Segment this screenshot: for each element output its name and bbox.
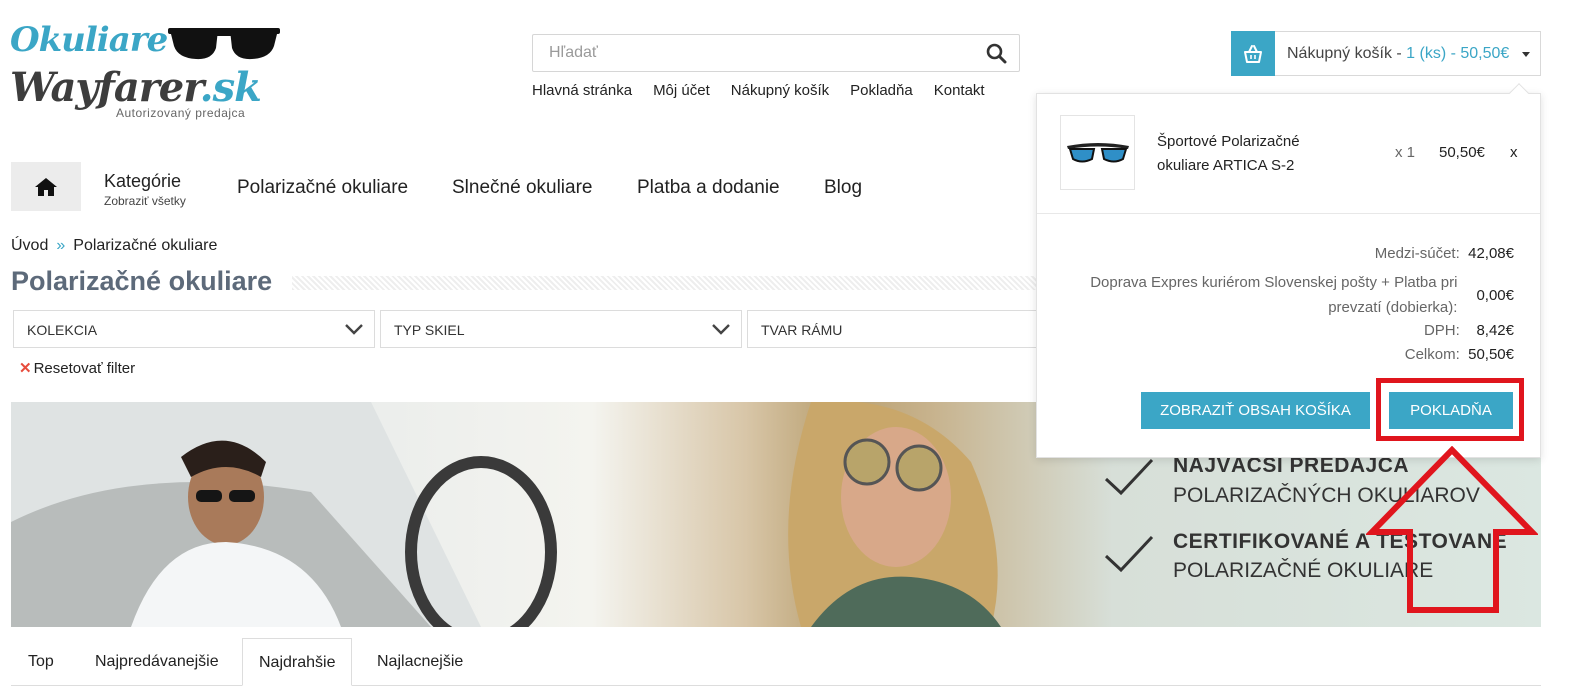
- subtotal-label: Medzi-súčet:: [1374, 245, 1460, 262]
- product-thumbnail[interactable]: [1060, 115, 1135, 190]
- remove-item-button[interactable]: x: [1510, 144, 1518, 161]
- filter-collection-label: KOLEKCIA: [27, 322, 98, 338]
- shipping-row: Doprava Expres kuriérom Slovenskej pošty…: [1065, 270, 1514, 320]
- site-logo[interactable]: Okuliare Wayfarer.sk Autorizovaný predaj…: [10, 18, 280, 128]
- check-icon: [1104, 458, 1154, 496]
- home-icon: [35, 177, 57, 196]
- total-label: Celkom:: [1404, 346, 1460, 363]
- cart-summary: Nákupný košík - 1 (ks) - 50,50€: [1287, 44, 1510, 62]
- chevron-down-icon: [712, 324, 730, 335]
- annotation-highlight-box: [1376, 378, 1524, 441]
- tab-bestselling[interactable]: Najpredávanejšie: [95, 638, 219, 686]
- breadcrumb-home[interactable]: Úvod: [11, 237, 48, 254]
- shipping-label: Doprava Expres kuriérom Slovenskej pošty…: [1090, 274, 1458, 316]
- reset-filter-link[interactable]: ✕ Resetovať filter: [19, 359, 135, 377]
- tab-cheapest[interactable]: Najlacnejšie: [377, 638, 463, 686]
- cart-item-qty: x 1: [1395, 144, 1416, 161]
- annotation-arrow-icon: [1366, 446, 1538, 613]
- home-button[interactable]: [11, 162, 81, 211]
- top-links: Hlavná stránka Môj účet Nákupný košík Po…: [532, 82, 985, 99]
- search-icon[interactable]: [986, 43, 1007, 64]
- tab-most-expensive[interactable]: Najdrahšie: [242, 638, 353, 686]
- filter-lens-type[interactable]: TYP SKIEL: [380, 310, 742, 348]
- cart-item: Športové Polarizačné okuliare ARTICA S-2…: [1037, 94, 1540, 214]
- nav-categories-title: Kategórie: [104, 171, 182, 191]
- top-link-account[interactable]: Môj účet: [653, 82, 710, 99]
- breadcrumb: Úvod » Polarizačné okuliare: [11, 237, 217, 255]
- basket-icon: [1231, 31, 1275, 76]
- nav-categories-sub: Zobraziť všetky: [104, 194, 186, 208]
- chevron-down-icon: [345, 324, 363, 335]
- view-cart-button[interactable]: ZOBRAZIŤ OBSAH KOŠÍKA: [1141, 392, 1370, 429]
- title-divider: [292, 276, 1052, 290]
- reset-filter-label: Resetovať filter: [33, 360, 136, 377]
- subtotal-row: Medzi-súčet: 42,08€: [1375, 245, 1514, 262]
- nav-item-polarized[interactable]: Polarizačné okuliare: [237, 177, 408, 199]
- subtotal-value: 42,08€: [1468, 245, 1514, 262]
- cart-item-name[interactable]: Športové Polarizačné okuliare ARTICA S-2: [1157, 130, 1347, 178]
- tab-top[interactable]: Top: [28, 638, 54, 686]
- filter-lens-type-label: TYP SKIEL: [394, 322, 465, 338]
- filter-collection[interactable]: KOLEKCIA: [13, 310, 375, 348]
- check-icon: [1104, 535, 1154, 573]
- breadcrumb-current[interactable]: Polarizačné okuliare: [73, 237, 217, 254]
- filter-frame-shape[interactable]: TVAR RÁMU: [747, 310, 1047, 348]
- top-link-checkout[interactable]: Pokladňa: [850, 82, 913, 99]
- total-value: 50,50€: [1468, 346, 1514, 363]
- vat-row: DPH: 8,42€: [1424, 322, 1514, 339]
- nav-item-sunglasses[interactable]: Slnečné okuliare: [452, 177, 592, 199]
- sunglasses-product-image: [1066, 142, 1129, 162]
- search-input[interactable]: [533, 35, 973, 71]
- logo-tagline: Autorizovaný predajca: [116, 106, 246, 120]
- close-icon: ✕: [19, 360, 32, 377]
- search-box: [532, 34, 1020, 72]
- total-row: Celkom: 50,50€: [1405, 346, 1514, 363]
- vat-value: 8,42€: [1476, 322, 1514, 339]
- logo-line2: Wayfarer.sk: [10, 64, 262, 111]
- chevron-down-icon: [1522, 52, 1530, 57]
- nav-item-blog[interactable]: Blog: [824, 177, 862, 199]
- sort-tabs: Top Najpredávanejšie Najdrahšie Najlacne…: [11, 638, 1541, 686]
- filter-frame-shape-label: TVAR RÁMU: [761, 322, 843, 338]
- shipping-value: 0,00€: [1476, 286, 1514, 304]
- cart-item-price: 50,50€: [1439, 144, 1485, 161]
- nav-item-payment-delivery[interactable]: Platba a dodanie: [637, 177, 780, 199]
- cart-button[interactable]: Nákupný košík - 1 (ks) - 50,50€: [1231, 31, 1541, 76]
- vat-label: DPH:: [1423, 322, 1460, 339]
- sunglasses-logo-icon: [168, 28, 280, 60]
- page-title: Polarizačné okuliare: [11, 266, 273, 296]
- breadcrumb-separator: »: [56, 237, 66, 254]
- logo-line1: Okuliare: [10, 20, 168, 60]
- nav-categories[interactable]: Kategórie Zobraziť všetky: [104, 171, 186, 208]
- top-link-contact[interactable]: Kontakt: [934, 82, 985, 99]
- top-link-home[interactable]: Hlavná stránka: [532, 82, 632, 99]
- top-link-cart[interactable]: Nákupný košík: [731, 82, 829, 99]
